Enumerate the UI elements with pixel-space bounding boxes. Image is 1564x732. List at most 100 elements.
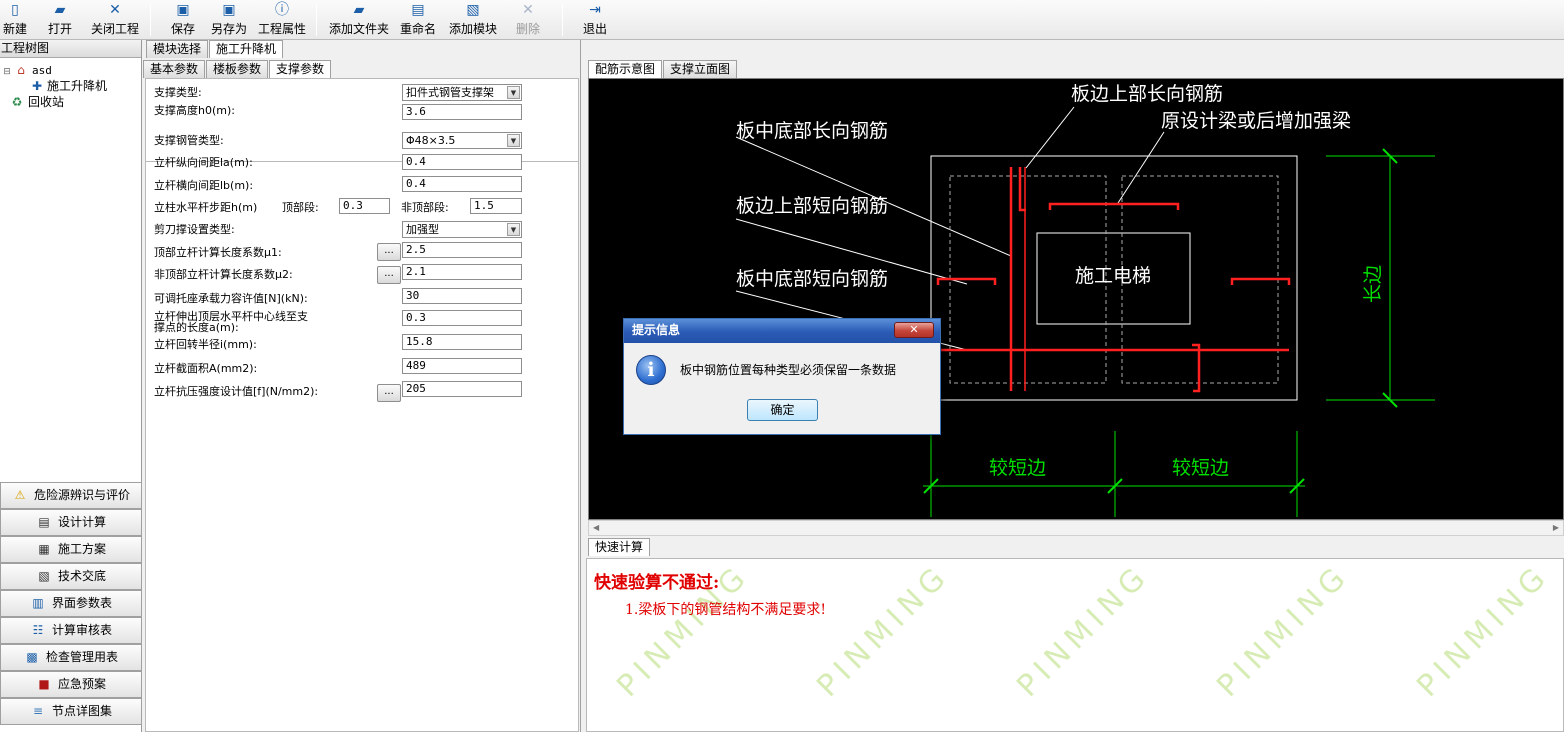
chevron-down-icon: ▼ bbox=[507, 223, 520, 236]
scroll-right-icon[interactable]: ▶ bbox=[1553, 523, 1559, 532]
mu1-input[interactable]: 2.5 bbox=[402, 242, 522, 258]
scroll-icon: ▥ bbox=[32, 596, 44, 610]
dialog-message: 板中钢筋位置每种类型必须保留一条数据 bbox=[680, 363, 897, 377]
nav-interface-parameters[interactable]: ▥ 界面参数表 bbox=[0, 590, 142, 617]
save-as-button[interactable]: ▣ 另存为 bbox=[210, 2, 248, 38]
label-short-edge-left: 较短边 bbox=[989, 457, 1046, 479]
label-mid-bottom-short: 板中底部短向钢筋 bbox=[736, 268, 888, 290]
nav-construction-plan[interactable]: ▦ 施工方案 bbox=[0, 536, 142, 563]
book-icon: ■ bbox=[38, 677, 50, 691]
dialog-close-button[interactable]: ✕ bbox=[894, 322, 934, 338]
tree-item-recycle-bin[interactable]: ♻ 回收站 bbox=[10, 94, 64, 110]
tab-construction-elevator[interactable]: 施工升降机 bbox=[209, 40, 284, 58]
warning-icon: ⚠ bbox=[14, 488, 26, 502]
parameter-panel: 模块选择 施工升降机 基本参数 楼板参数 支撑参数 支撑类型: 扣件式钢管支撑架 ▼ … bbox=[143, 40, 581, 732]
project-tree-panel: 工程树图 ⊟ ⌂ asd ✚ 施工升降机 ♻ 回收站 ⚠ 危险源辨识与评价 ▤ 设计计算 ▦… bbox=[0, 40, 142, 732]
gyration-radius-label: 立杆回转半径i(mm): bbox=[154, 338, 257, 351]
leader-original-beam bbox=[1117, 131, 1165, 204]
nav-node-details[interactable]: ≡ 节点详图集 bbox=[0, 698, 142, 725]
rename-button[interactable]: ▤ 重命名 bbox=[398, 2, 438, 38]
exit-button[interactable]: ⇥ 退出 bbox=[581, 2, 609, 38]
non-top-segment-input[interactable]: 1.5 bbox=[470, 198, 522, 214]
tree-header: 工程树图 bbox=[0, 40, 141, 58]
tab-reinforcement-diagram[interactable]: 配筋示意图 bbox=[588, 60, 663, 78]
toolbar: ▯ 新建 ▰ 打开 ✕ 关闭工程 ▣ 保存 ▣ 另存为 ⓘ 工程属性 ▰ 添加文… bbox=[0, 0, 1564, 40]
chart-icon: ▩ bbox=[26, 650, 38, 664]
toolbar-separator bbox=[150, 4, 151, 36]
chevron-down-icon: ▼ bbox=[507, 86, 520, 99]
extension-input[interactable]: 0.3 bbox=[402, 310, 522, 326]
rebar-edge-top-short-right bbox=[1230, 277, 1291, 285]
nav-emergency-plan[interactable]: ■ 应急预案 bbox=[0, 671, 142, 698]
lb-input[interactable]: 0.4 bbox=[402, 176, 522, 192]
tree-item-elevator[interactable]: ✚ 施工升降机 bbox=[30, 78, 107, 94]
dialog-ok-button[interactable]: 确定 bbox=[747, 399, 818, 421]
tab-support-elevation[interactable]: 支撑立面图 bbox=[663, 60, 738, 78]
mu1-ellipsis-button[interactable]: ... bbox=[377, 243, 401, 261]
open-button[interactable]: ▰ 打开 bbox=[46, 2, 74, 38]
section-area-label: 立杆截面积A(mm2): bbox=[154, 362, 258, 375]
step-label: 立柱水平杆步距h(m) bbox=[154, 201, 258, 214]
support-type-select[interactable]: 扣件式钢管支撑架 ▼ bbox=[402, 84, 522, 101]
label-short-edge-right: 较短边 bbox=[1172, 457, 1229, 479]
save-button[interactable]: ▣ 保存 bbox=[169, 2, 197, 38]
nav-hazard-identification[interactable]: ⚠ 危险源辨识与评价 bbox=[0, 482, 142, 509]
tab-support-parameters[interactable]: 支撑参数 bbox=[269, 60, 332, 78]
label-construction-elevator: 施工电梯 bbox=[1075, 265, 1151, 287]
diagram-horizontal-scrollbar[interactable]: ◀ ▶ bbox=[588, 520, 1564, 536]
project-properties-button[interactable]: ⓘ 工程属性 bbox=[257, 2, 307, 38]
nav-technical-briefing[interactable]: ▧ 技术交底 bbox=[0, 563, 142, 590]
strength-ellipsis-button[interactable]: ... bbox=[377, 384, 401, 402]
mu2-ellipsis-button[interactable]: ... bbox=[377, 266, 401, 284]
reinforcement-diagram-canvas[interactable]: 板边上部长向钢筋 原设计梁或后增加强梁 板中底部长向钢筋 板边上部短向钢筋 板中… bbox=[588, 78, 1564, 520]
nav-calculation-review[interactable]: ☷ 计算审核表 bbox=[0, 617, 142, 644]
label-original-beam: 原设计梁或后增加强梁 bbox=[1161, 110, 1351, 132]
result-title: 快速验算不通过: bbox=[594, 573, 720, 593]
nav-inspection-forms[interactable]: ▩ 检查管理用表 bbox=[0, 644, 142, 671]
new-button[interactable]: ▯ 新建 bbox=[2, 2, 28, 38]
tab-slab-parameters[interactable]: 楼板参数 bbox=[206, 60, 269, 78]
toolbar-separator bbox=[316, 4, 317, 36]
tree-item-root[interactable]: ⊟ ⌂ asd bbox=[0, 62, 52, 78]
briefing-icon: ▧ bbox=[38, 569, 50, 583]
module-nav-list: ⚠ 危险源辨识与评价 ▤ 设计计算 ▦ 施工方案 ▧ 技术交底 ▥ 界面参数表 ☷ 计算审核… bbox=[0, 482, 142, 725]
nav-design-calculation[interactable]: ▤ 设计计算 bbox=[0, 509, 142, 536]
close-project-button[interactable]: ✕ 关闭工程 bbox=[89, 2, 141, 38]
delete-button[interactable]: ✕ 删除 bbox=[514, 2, 542, 38]
mu2-label: 非顶部立杆计算长度系数μ2: bbox=[154, 268, 293, 281]
watermark: PINMING bbox=[810, 558, 957, 704]
open-folder-icon: ▰ bbox=[54, 2, 66, 18]
la-input[interactable]: 0.4 bbox=[402, 154, 522, 170]
mu1-label: 顶部立杆计算长度系数μ1: bbox=[154, 246, 282, 259]
label-long-edge: 长边 bbox=[1362, 265, 1384, 303]
save-as-icon: ▣ bbox=[222, 2, 236, 18]
reinforcement-drawing: 板边上部长向钢筋 原设计梁或后增加强梁 板中底部长向钢筋 板边上部短向钢筋 板中… bbox=[735, 83, 1435, 517]
scissor-brace-select[interactable]: 加强型 ▼ bbox=[402, 221, 522, 238]
info-icon: ⓘ bbox=[275, 2, 289, 18]
rebar-short-hook bbox=[1192, 343, 1201, 393]
tab-quick-calculation[interactable]: 快速计算 bbox=[588, 538, 651, 556]
support-height-input[interactable]: 3.6 bbox=[402, 104, 522, 120]
top-segment-input[interactable]: 0.3 bbox=[339, 198, 390, 214]
tab-basic-parameters[interactable]: 基本参数 bbox=[143, 60, 206, 78]
compressive-strength-input[interactable]: 205 bbox=[402, 381, 522, 397]
non-top-segment-label: 非顶部段: bbox=[401, 201, 449, 214]
add-module-button[interactable]: ▧ 添加模块 bbox=[447, 2, 499, 38]
support-type-label: 支撑类型: bbox=[154, 86, 202, 99]
scroll-left-icon[interactable]: ◀ bbox=[593, 523, 599, 532]
mu2-input[interactable]: 2.1 bbox=[402, 264, 522, 280]
section-area-input[interactable]: 489 bbox=[402, 358, 522, 374]
add-folder-button[interactable]: ▰ 添加文件夹 bbox=[328, 2, 390, 38]
pipe-type-label: 支撑钢管类型: bbox=[154, 134, 224, 147]
lb-label: 立杆横向间距lb(m): bbox=[154, 179, 254, 192]
support-parameters-form: 支撑类型: 扣件式钢管支撑架 ▼ 支撑高度h0(m): 3.6 支撑钢管类型: … bbox=[145, 78, 579, 732]
folder-add-icon: ▰ bbox=[353, 2, 365, 18]
tab-module-select[interactable]: 模块选择 bbox=[146, 40, 209, 58]
tree-collapse-icon[interactable]: ⊟ bbox=[0, 64, 14, 80]
label-edge-top-short: 板边上部短向钢筋 bbox=[736, 195, 888, 217]
la-label: 立杆纵向间距la(m): bbox=[154, 156, 253, 169]
gyration-radius-input[interactable]: 15.8 bbox=[402, 334, 522, 350]
pipe-type-select[interactable]: Φ48×3.5 ▼ bbox=[402, 132, 522, 149]
delete-icon: ✕ bbox=[522, 2, 534, 18]
bracket-capacity-input[interactable]: 30 bbox=[402, 288, 522, 304]
